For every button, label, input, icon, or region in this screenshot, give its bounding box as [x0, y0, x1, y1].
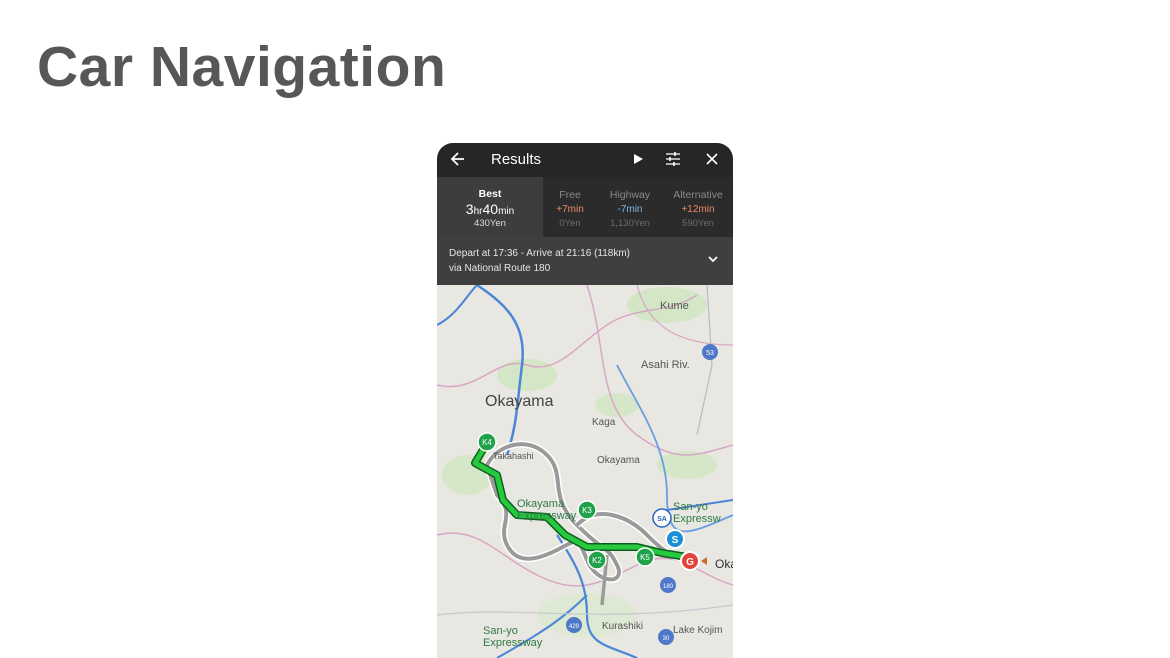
- slide-title: Car Navigation: [37, 35, 447, 99]
- map-label-sanyo-expressway-west: San-yo Expressway: [483, 625, 543, 649]
- map-label-okayama-town: Okayama: [597, 455, 640, 466]
- top-bar: Results: [437, 143, 733, 177]
- tab-alternative-cost: 590Yen: [682, 218, 714, 229]
- tab-free[interactable]: Free +7min 0Yen: [543, 177, 597, 237]
- screen-title: Results: [491, 151, 542, 168]
- tab-best-time: 3hr40min: [465, 201, 515, 217]
- arrow-left-icon[interactable]: [449, 150, 467, 168]
- map-canvas[interactable]: 53 180 429 30 K4 K3 K2 K5 SA S G: [437, 285, 733, 658]
- marker-k2-label: K2: [592, 556, 602, 565]
- road-number-53: 53: [706, 350, 714, 357]
- tab-free-delta: +7min: [556, 204, 584, 215]
- tab-alternative-delta: +12min: [681, 204, 715, 215]
- marker-service-area-label: SA: [657, 516, 667, 523]
- sliders-icon[interactable]: [665, 151, 681, 167]
- tab-free-cost: 0Yen: [559, 218, 581, 229]
- tab-alternative-name: Alternative: [673, 189, 723, 201]
- tab-highway-name: Highway: [609, 189, 651, 201]
- map-label-takahashi: Takahashi: [493, 451, 534, 461]
- map-label-sanyo-expressway-east: San-yo Expressw: [673, 501, 721, 525]
- phone-screen: Results Best 3hr40min 430Yen Free +7min …: [437, 143, 733, 658]
- road-number-30: 30: [663, 636, 670, 642]
- tab-alternative[interactable]: Alternative +12min 590Yen: [663, 177, 733, 237]
- tab-highway-delta: -7min: [617, 204, 643, 215]
- map-label-okayama-region: Okayama: [485, 393, 554, 410]
- close-icon[interactable]: [704, 151, 720, 167]
- marker-k3-label: K3: [582, 506, 592, 515]
- chevron-down-icon[interactable]: [707, 253, 719, 265]
- road-number-429: 429: [569, 624, 580, 630]
- map-label-kurashiki: Kurashiki: [602, 621, 644, 632]
- play-icon[interactable]: [630, 151, 646, 167]
- marker-start-label: S: [672, 535, 679, 546]
- road-number-180: 180: [663, 584, 674, 590]
- marker-k4-label: K4: [482, 438, 492, 447]
- route-summary[interactable]: Depart at 17:36 - Arrive at 21:16 (118km…: [437, 237, 733, 285]
- route-via: via National Route 180: [449, 263, 551, 274]
- tab-best-name: Best: [478, 188, 502, 200]
- map-label-kume: Kume: [660, 300, 689, 312]
- marker-k5-label: K5: [640, 553, 650, 562]
- tab-free-name: Free: [559, 189, 581, 201]
- marker-goal-label: G: [686, 557, 694, 568]
- map-label-asahi: Asahi Riv.: [641, 359, 690, 371]
- map-label-oka: Oka: [715, 557, 733, 571]
- route-map[interactable]: 53 180 429 30 K4 K3 K2 K5 SA S G Kume As…: [437, 285, 733, 658]
- map-label-lake-kojima: Lake Kojim: [673, 625, 723, 636]
- route-times: Depart at 17:36 - Arrive at 21:16 (118km…: [449, 248, 631, 259]
- tab-best-cost: 430Yen: [474, 218, 506, 229]
- map-label-okayama-expressway: Okayama Expressway: [517, 498, 577, 522]
- tab-highway-cost: 1,130Yen: [610, 218, 650, 229]
- map-label-kaga: Kaga: [592, 417, 616, 428]
- tab-best[interactable]: Best 3hr40min 430Yen: [437, 177, 543, 237]
- route-tabs: Best 3hr40min 430Yen Free +7min 0Yen Hig…: [437, 177, 733, 237]
- tab-highway[interactable]: Highway -7min 1,130Yen: [597, 177, 663, 237]
